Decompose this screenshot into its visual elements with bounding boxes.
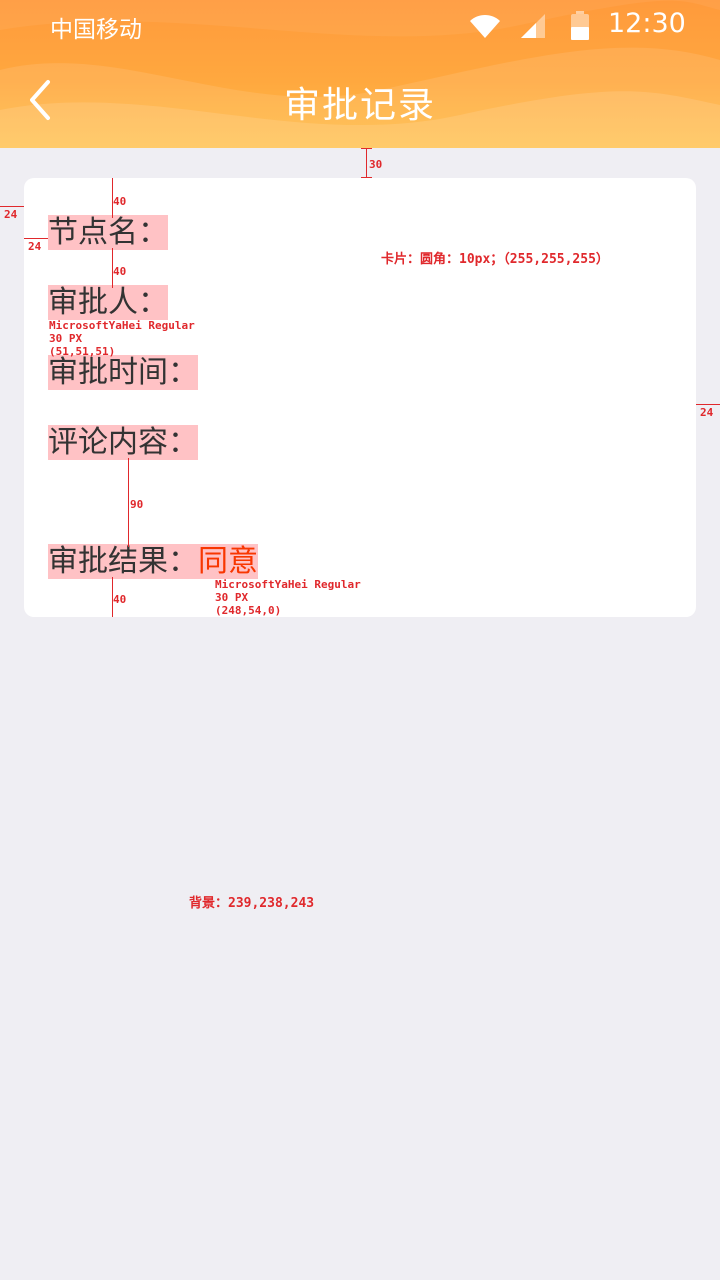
dim-top-pad: 40 (113, 195, 127, 208)
dim-comment-gap: 90 (130, 498, 144, 511)
approval-result-row: 审批结果：同意 (48, 544, 258, 579)
status-bar: 中国移动 12:30 (0, 0, 720, 52)
battery-icon (571, 11, 589, 40)
font-spec-annotation-text: MicrosoftYaHei Regular 30 PX (51,51,51) (49, 319, 195, 358)
card-spec-annotation: 卡片：圆角：10px；（255,255,255） (381, 252, 609, 267)
dim-line-card-left (0, 206, 24, 207)
app-header: 中国移动 12:30 审批记录 (0, 0, 720, 148)
font-spec-annotation-result: MicrosoftYaHei Regular 30 PX (248,54,0) (215, 578, 361, 617)
dim-line-comment-gap (128, 458, 129, 547)
page-title: 审批记录 (283, 85, 436, 126)
dim-card-left: 24 (4, 208, 18, 221)
carrier-name: 中国移动 (50, 17, 142, 43)
node-name-row: 节点名： (48, 215, 168, 250)
dim-line-text-left (24, 238, 48, 239)
approval-time-row: 审批时间： (48, 355, 198, 390)
dim-top-gap: 30 (369, 158, 383, 171)
dim-bottom-pad: 40 (113, 593, 127, 606)
approver-row: 审批人： (48, 285, 168, 320)
dim-row-gap: 40 (113, 265, 127, 278)
dim-text-left: 24 (28, 240, 42, 253)
node-name-label: 节点名： (48, 215, 168, 250)
dim-tick (361, 148, 372, 149)
wifi-icon (470, 15, 500, 38)
approver-label: 审批人： (48, 285, 168, 320)
approval-result-label: 审批结果： (48, 544, 198, 579)
comment-label: 评论内容： (48, 425, 198, 460)
dim-card-right: 24 (700, 406, 714, 419)
comment-row: 评论内容： (48, 425, 198, 460)
dim-line-top-gap (366, 148, 367, 178)
approval-result-value: 同意 (198, 544, 258, 579)
status-clock: 12:30 (608, 8, 686, 39)
approval-record-card: 节点名： 审批人： 审批时间： 评论内容： 审批结果：同意 (24, 178, 696, 617)
background-spec-annotation: 背景：239,238,243 (189, 896, 315, 911)
approval-time-label: 审批时间： (48, 355, 198, 390)
dim-line-card-right (696, 404, 720, 405)
cell-signal-icon (521, 14, 545, 38)
dim-tick (361, 177, 372, 178)
